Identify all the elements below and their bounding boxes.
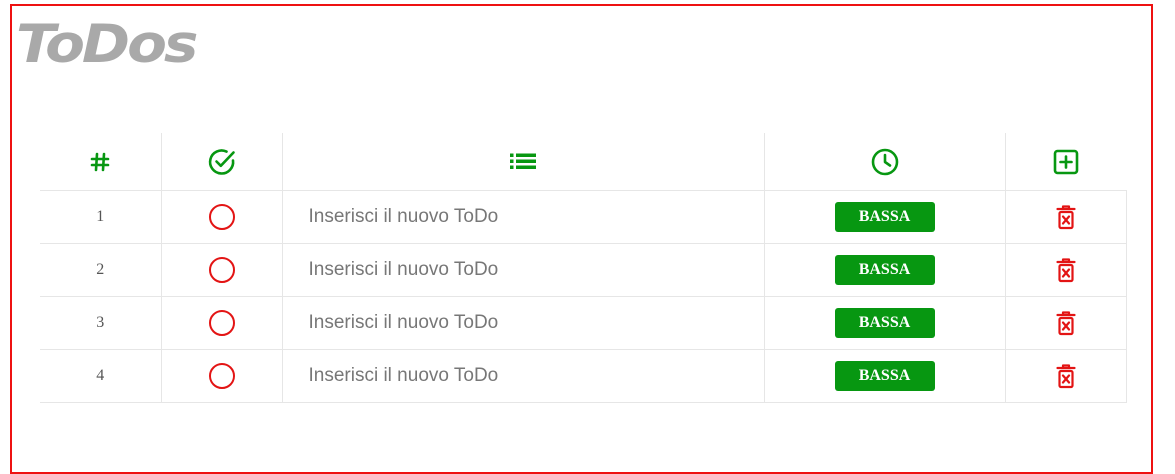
task-cell (281, 243, 765, 297)
circle-icon[interactable] (208, 204, 235, 230)
todo-input[interactable] (306, 364, 751, 388)
table-row: 1 BASSA (40, 190, 1127, 244)
circle-icon[interactable] (208, 363, 235, 389)
priority-badge[interactable]: BASSA (834, 361, 935, 391)
column-done (160, 133, 283, 191)
row-number: 3 (40, 296, 162, 350)
priority-badge[interactable]: BASSA (834, 202, 935, 232)
delete-cell (1004, 190, 1127, 244)
task-cell (281, 349, 765, 403)
done-cell (160, 296, 283, 350)
delete-button[interactable] (1055, 257, 1076, 283)
delete-button[interactable] (1055, 363, 1076, 389)
add-todo-button[interactable] (1052, 148, 1080, 176)
priority-badge[interactable]: BASSA (834, 255, 935, 285)
priority-cell: BASSA (763, 349, 1006, 403)
delete-button[interactable] (1055, 310, 1076, 336)
plus-square-icon (1053, 149, 1079, 174)
priority-cell: BASSA (763, 296, 1006, 350)
trash-icon (1055, 258, 1076, 283)
clock-icon (870, 147, 900, 177)
todo-input[interactable] (306, 311, 751, 335)
task-cell (281, 190, 765, 244)
circle-icon[interactable] (208, 257, 235, 283)
circle-icon[interactable] (208, 310, 235, 336)
done-cell (160, 349, 283, 403)
trash-icon (1055, 364, 1076, 389)
delete-cell (1004, 243, 1127, 297)
column-number (40, 133, 162, 191)
hash-icon (89, 151, 111, 173)
column-add (1004, 133, 1126, 191)
priority-cell: BASSA (763, 190, 1006, 244)
todo-input[interactable] (306, 205, 751, 229)
row-number: 4 (40, 349, 162, 403)
todo-input[interactable] (306, 258, 751, 282)
done-cell (160, 190, 283, 244)
table-row: 4 BASSA (40, 349, 1127, 403)
trash-icon (1055, 205, 1076, 230)
table-row: 2 BASSA (40, 243, 1127, 297)
list-icon (510, 152, 536, 170)
done-cell (160, 243, 283, 297)
column-task (281, 133, 765, 191)
table-row: 3 BASSA (40, 296, 1127, 350)
todo-table: 1 BASSA 2 BASSA (40, 133, 1127, 403)
row-number: 2 (40, 243, 162, 297)
priority-cell: BASSA (763, 243, 1006, 297)
column-priority (763, 133, 1006, 191)
trash-icon (1055, 311, 1076, 336)
priority-badge[interactable]: BASSA (834, 308, 935, 338)
table-header-row (40, 133, 1126, 191)
delete-cell (1004, 296, 1127, 350)
task-cell (281, 296, 765, 350)
check-circle-icon (207, 147, 237, 177)
delete-cell (1004, 349, 1127, 403)
row-number: 1 (40, 190, 162, 244)
delete-button[interactable] (1055, 204, 1076, 230)
page-title: ToDos (16, 13, 198, 75)
